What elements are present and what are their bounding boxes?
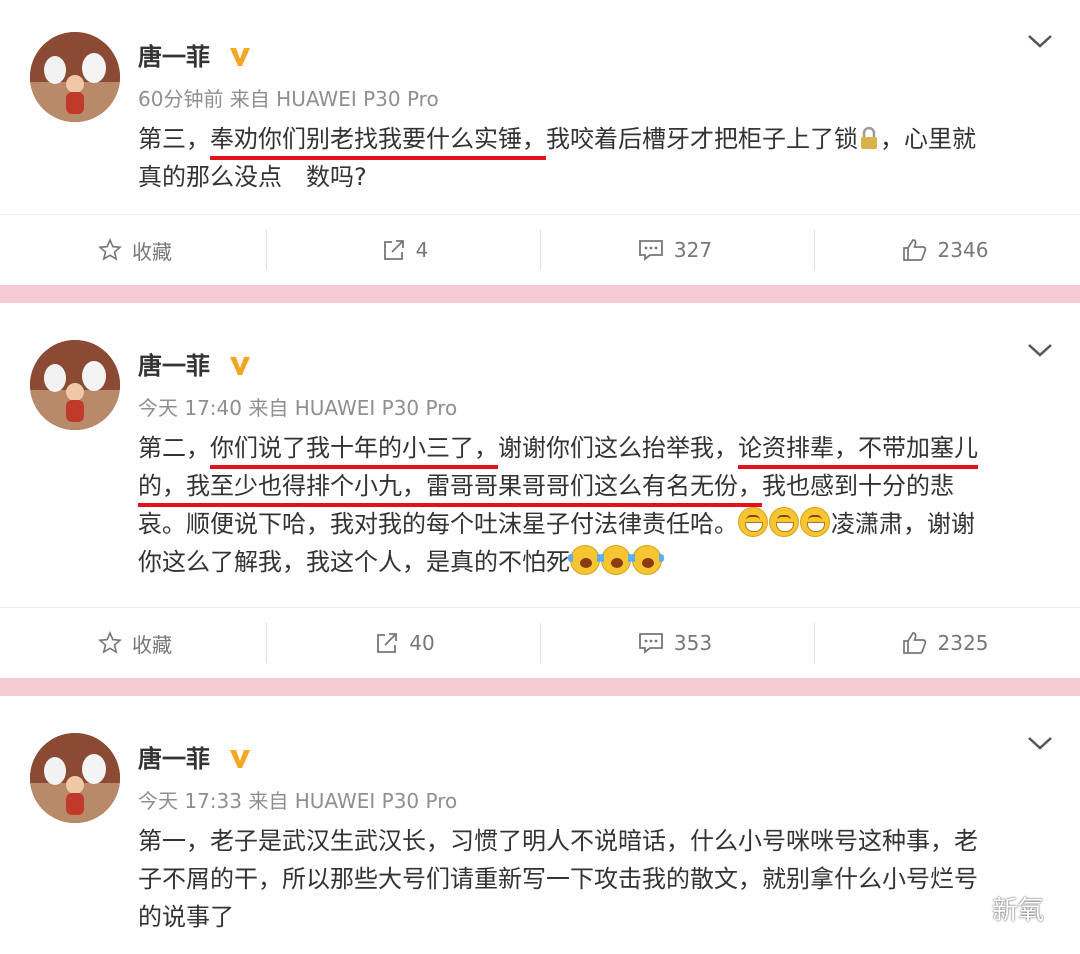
avatar[interactable]	[30, 32, 120, 122]
post-text-line: 子不屑的干，所以那些大号们请重新写一下攻击我的散文，就别拿什么小号烂号	[138, 865, 978, 893]
post-text-line: 第三，奉劝你们别老找我要什么实锤，我咬着后槽牙才把柜子上了锁 ，心里就	[138, 125, 976, 153]
post-text-line: 第一，老子是武汉生武汉长，习惯了明人不说暗话，什么小号咪咪号这种事，老	[138, 827, 978, 855]
post-card: 唐一菲 今天 17:33 来自 HUAWEI P30 Pro 第一，老子是武汉生…	[0, 696, 1080, 954]
like-icon	[902, 239, 926, 261]
like-icon	[902, 632, 926, 654]
divider	[0, 607, 1080, 608]
feed-separator	[0, 285, 1080, 303]
post-text-line: 真的那么没点 数吗?	[138, 163, 367, 191]
repost-icon	[383, 240, 404, 260]
comment-button[interactable]: 353	[540, 623, 810, 663]
post-text: 第三，奉劝你们别老找我要什么实锤，我咬着后槽牙才把柜子上了锁 ，心里就 真的那么没…	[138, 120, 1053, 196]
post-card: 唐一菲 60分钟前 来自 HUAWEI P30 Pro 第三，奉劝你们别老找我要…	[0, 0, 1080, 285]
post-text-line: 你这么了解我，我这个人，是真的不怕死	[138, 543, 1053, 581]
chevron-down-icon[interactable]	[1026, 341, 1054, 359]
grin-emoji-icon	[800, 507, 830, 537]
username[interactable]: 唐一菲	[138, 42, 210, 72]
highlighted-text: 论资排辈，不带加塞儿	[738, 434, 978, 462]
like-button[interactable]: 2346	[810, 230, 1080, 270]
laugh-cry-emoji-icon	[568, 545, 602, 575]
post-meta: 今天 17:33 来自 HUAWEI P30 Pro	[138, 789, 458, 813]
highlighted-text: 的，我至少也得排个小九，雷哥哥果哥哥们这么有名无份，	[138, 472, 762, 500]
star-icon	[98, 238, 122, 261]
grin-emoji-icon	[769, 507, 799, 537]
v-badge-icon	[230, 357, 250, 375]
highlighted-text: 奉劝你们别老找我要什么实锤，	[210, 125, 546, 153]
star-icon	[98, 631, 122, 654]
comment-button[interactable]: 327	[540, 230, 810, 270]
action-separator	[266, 623, 267, 663]
post-meta: 60分钟前 来自 HUAWEI P30 Pro	[138, 87, 439, 111]
comment-icon	[639, 633, 663, 654]
post-text: 第二，你们说了我十年的小三了，谢谢你们这么抬举我，论资排辈，不带加塞儿 的，我至…	[138, 429, 1053, 581]
favorite-button[interactable]: 收藏	[0, 623, 270, 663]
post-card: 唐一菲 今天 17:40 来自 HUAWEI P30 Pro 第二，你们说了我十…	[0, 303, 1080, 678]
post-text-line: 的，我至少也得排个小九，雷哥哥果哥哥们这么有名无份，我也感到十分的悲	[138, 472, 954, 500]
post-text-line: 哀。顺便说下哈，我对我的每个吐沫星子付法律责任哈。 凌潇肃，谢谢	[138, 505, 1053, 543]
v-badge-icon	[230, 750, 250, 768]
username[interactable]: 唐一菲	[138, 351, 210, 381]
laugh-cry-emoji-icon	[630, 545, 664, 575]
avatar[interactable]	[30, 340, 120, 430]
post-text: 第一，老子是武汉生武汉长，习惯了明人不说暗话，什么小号咪咪号这种事，老 子不屑的…	[138, 822, 1053, 936]
comment-icon	[639, 240, 663, 261]
chevron-down-icon[interactable]	[1026, 734, 1054, 752]
v-badge-icon	[230, 48, 250, 66]
wechat-icon	[947, 894, 984, 921]
repost-icon	[377, 633, 398, 653]
repost-button[interactable]: 40	[270, 623, 540, 663]
feed-separator	[0, 678, 1080, 696]
avatar[interactable]	[30, 733, 120, 823]
post-meta: 今天 17:40 来自 HUAWEI P30 Pro	[138, 396, 458, 420]
lock-emoji-icon	[861, 126, 877, 149]
favorite-button[interactable]: 收藏	[0, 230, 270, 270]
like-button[interactable]: 2325	[810, 623, 1080, 663]
username[interactable]: 唐一菲	[138, 744, 210, 774]
laugh-cry-emoji-icon	[599, 545, 633, 575]
repost-button[interactable]: 4	[270, 230, 540, 270]
chevron-down-icon[interactable]	[1026, 32, 1054, 50]
post-text-line: 的说事了	[138, 903, 234, 931]
post-text-line: 第二，你们说了我十年的小三了，谢谢你们这么抬举我，论资排辈，不带加塞儿	[138, 434, 978, 462]
grin-emoji-icon	[738, 507, 768, 537]
action-separator	[266, 230, 267, 270]
watermark: 新氧	[946, 890, 1044, 927]
highlighted-text: 你们说了我十年的小三了，	[210, 434, 498, 462]
divider	[0, 214, 1080, 215]
